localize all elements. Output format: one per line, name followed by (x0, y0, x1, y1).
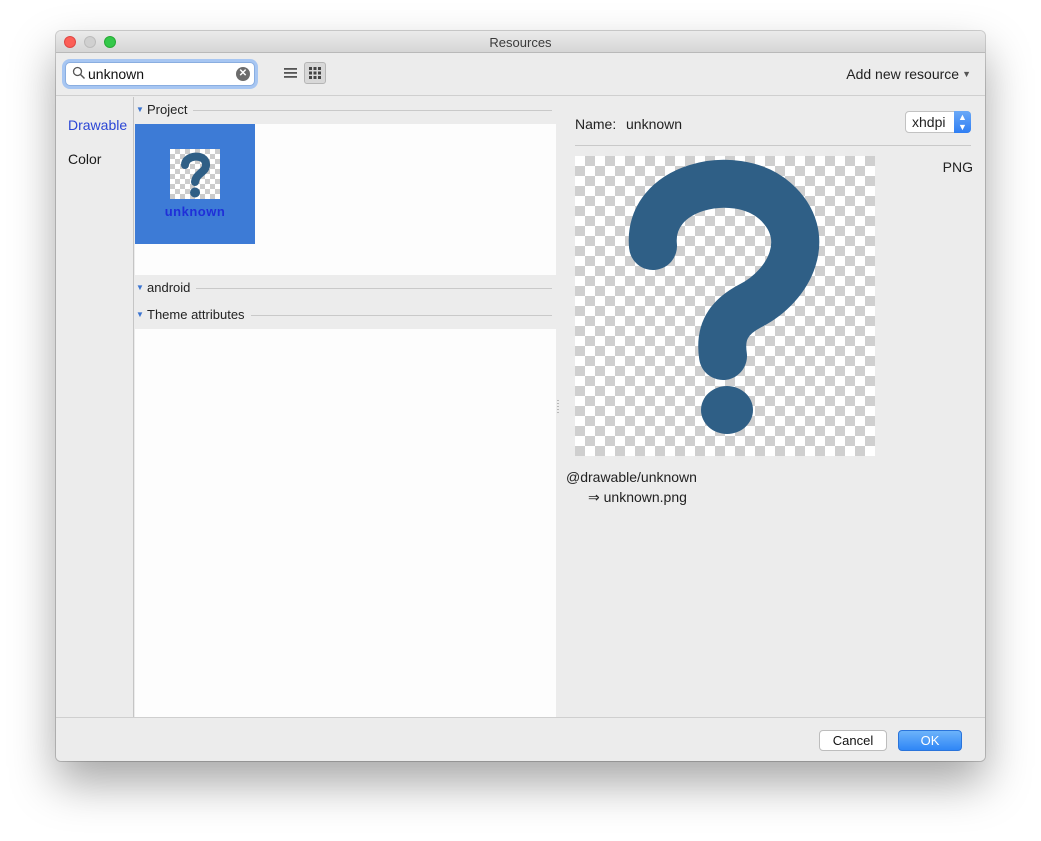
section-theme-attributes[interactable]: ▼ Theme attributes (135, 302, 556, 329)
expand-triangle-icon[interactable]: ▼ (136, 283, 144, 292)
chevron-down-icon: ▼ (962, 69, 971, 79)
resource-thumbnail (170, 149, 220, 199)
grip-icon (557, 400, 559, 414)
clear-search-icon[interactable]: ✕ (236, 67, 250, 81)
question-mark-icon (628, 159, 820, 434)
divider (147, 110, 552, 111)
expand-triangle-icon[interactable]: ▼ (136, 310, 144, 319)
expand-triangle-icon[interactable]: ▼ (136, 105, 144, 114)
section-label: Theme attributes (147, 307, 251, 322)
resource-type-sidebar: Drawable Color (56, 97, 134, 717)
resource-tile-unknown[interactable]: unknown (135, 124, 255, 244)
section-label: Project (147, 102, 194, 117)
resource-list: ▼ Project unknown ▼ android ▼ Theme attr… (135, 97, 556, 717)
title-bar[interactable]: Resources (56, 31, 985, 53)
sidebar-item-color[interactable]: Color (68, 151, 101, 167)
resource-name-value: unknown (626, 116, 683, 132)
density-value: xhdpi (912, 114, 946, 130)
dialog-footer: Cancel OK (56, 717, 985, 761)
section-label: android (147, 280, 197, 295)
window-title: Resources (489, 35, 552, 50)
section-project[interactable]: ▼ Project (135, 97, 556, 124)
density-select[interactable]: xhdpi ▲ ▼ (905, 111, 971, 133)
grid-view-button[interactable] (304, 62, 326, 84)
ok-button[interactable]: OK (898, 730, 962, 751)
question-mark-icon (181, 152, 210, 198)
section-android[interactable]: ▼ android (135, 275, 556, 302)
resource-file-name: ⇒ unknown.png (588, 489, 687, 505)
resources-dialog: Resources ✕ Add new r (56, 31, 985, 761)
resource-reference: @drawable/unknown (566, 469, 697, 485)
resource-detail-panel: Name: unknown xhdpi ▲ ▼ PNG @drawable/unk… (560, 97, 985, 717)
grid-view-icon (309, 67, 321, 79)
list-view-icon[interactable] (281, 63, 301, 83)
search-input[interactable] (88, 65, 228, 83)
toolbar: ✕ Add new resource▼ (56, 53, 985, 96)
cancel-button[interactable]: Cancel (819, 730, 887, 751)
add-new-resource-dropdown[interactable]: Add new resource ▼ (846, 66, 971, 82)
search-icon (72, 66, 86, 80)
divider (147, 288, 552, 289)
sidebar-item-drawable[interactable]: Drawable (68, 117, 127, 133)
add-new-resource-label: Add new resource (846, 66, 960, 82)
search-field[interactable]: ✕ (65, 62, 255, 86)
name-label: Name: (575, 116, 617, 132)
divider (575, 145, 971, 146)
format-label: PNG (942, 159, 973, 175)
select-stepper-icon: ▲ ▼ (954, 111, 971, 133)
resource-tile-label: unknown (164, 204, 226, 219)
resource-preview (575, 156, 875, 456)
